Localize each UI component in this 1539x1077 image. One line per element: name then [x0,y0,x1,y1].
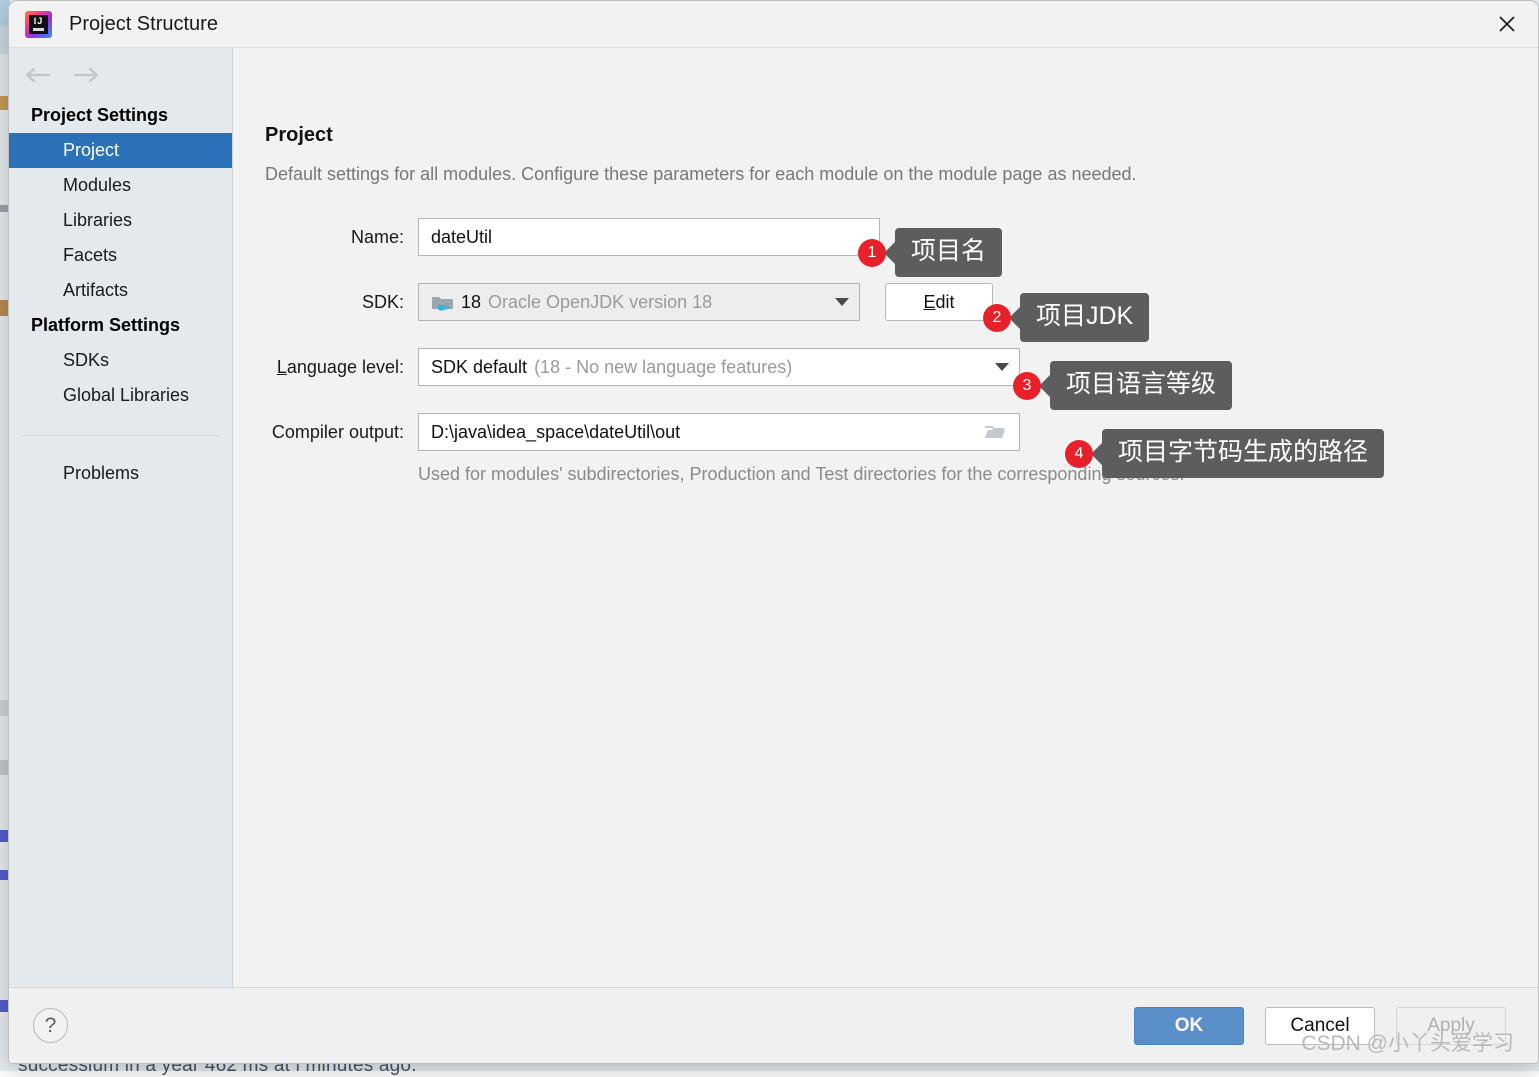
sidebar-group-project-settings: Project Settings [9,98,232,133]
sdk-dropdown[interactable]: 18 Oracle OpenJDK version 18 [418,283,860,321]
language-level-value: SDK default [431,357,527,378]
apply-button: Apply [1396,1007,1506,1045]
language-level-dropdown[interactable]: SDK default (18 - No new language featur… [418,348,1020,386]
chevron-down-icon [995,363,1009,371]
sidebar-item-artifacts[interactable]: Artifacts [9,273,232,308]
compiler-output-hint: Used for modules' subdirectories, Produc… [418,464,1538,485]
sidebar-group-platform-settings: Platform Settings [9,308,232,343]
dialog-body: Project Settings Project Modules Librari… [9,48,1538,987]
page-title: Project [265,124,1538,147]
dialog-footer: ? OK Cancel Apply CSDN @小丫头爱学习 [9,987,1538,1063]
edit-button-mnemonic: E [923,292,935,313]
arrow-left-icon[interactable] [23,67,51,83]
sidebar-item-facets[interactable]: Facets [9,238,232,273]
language-level-label: Language level: [265,357,418,378]
cancel-button[interactable]: Cancel [1265,1007,1375,1045]
name-label: Name: [265,227,418,248]
compiler-output-input[interactable]: D:\java\idea_space\dateUtil\out [418,413,1020,451]
footer-buttons: OK Cancel Apply [1134,1007,1538,1045]
sidebar-navigation [9,52,232,98]
intellij-idea-logo-icon: IJ [25,11,52,38]
language-level-label-rest: anguage level: [287,357,404,377]
folder-browse-icon[interactable] [977,422,1013,442]
dialog-title: Project Structure [69,13,218,36]
sidebar-item-global-libraries[interactable]: Global Libraries [9,378,232,413]
project-settings-panel: Project Default settings for all modules… [233,48,1538,987]
form-row-sdk: SDK: 18 Oracle OpenJDK vers [233,283,1538,321]
dialog-titlebar: IJ Project Structure [9,1,1538,48]
help-question-icon[interactable]: ? [33,1008,68,1043]
edit-button-label: dit [936,292,955,313]
sdk-label: SDK: [265,292,418,313]
project-form: Name: dateUtil SDK: [233,218,1538,485]
compiler-output-value: D:\java\idea_space\dateUtil\out [431,422,977,443]
sidebar-item-sdks[interactable]: SDKs [9,343,232,378]
sdk-version: 18 [461,292,481,313]
ok-button[interactable]: OK [1134,1007,1244,1045]
compiler-output-label: Compiler output: [265,422,418,443]
settings-sidebar: Project Settings Project Modules Librari… [9,48,233,987]
language-level-detail: (18 - No new language features) [534,357,792,378]
sidebar-item-project[interactable]: Project [9,133,232,168]
java-sdk-folder-icon [431,293,454,312]
sidebar-divider [21,435,220,436]
form-row-compiler-output: Compiler output: D:\java\idea_space\date… [233,413,1538,451]
sdk-description: Oracle OpenJDK version 18 [488,292,712,313]
arrow-right-icon[interactable] [73,67,101,83]
form-row-name: Name: dateUtil [233,218,1538,256]
project-structure-dialog: IJ Project Structure [8,0,1539,1064]
language-level-mnemonic: L [277,357,287,377]
chevron-down-icon [835,298,849,306]
sidebar-item-libraries[interactable]: Libraries [9,203,232,238]
sidebar-item-problems[interactable]: Problems [9,456,232,491]
sidebar-item-modules[interactable]: Modules [9,168,232,203]
name-input[interactable]: dateUtil [418,218,880,256]
panel-header: Project Default settings for all modules… [233,124,1538,185]
page-subtitle: Default settings for all modules. Config… [265,164,1538,185]
form-row-language-level: Language level: SDK default (18 - No new… [233,348,1538,386]
sdk-edit-button[interactable]: Edit [885,283,993,321]
close-icon[interactable] [1476,1,1538,47]
